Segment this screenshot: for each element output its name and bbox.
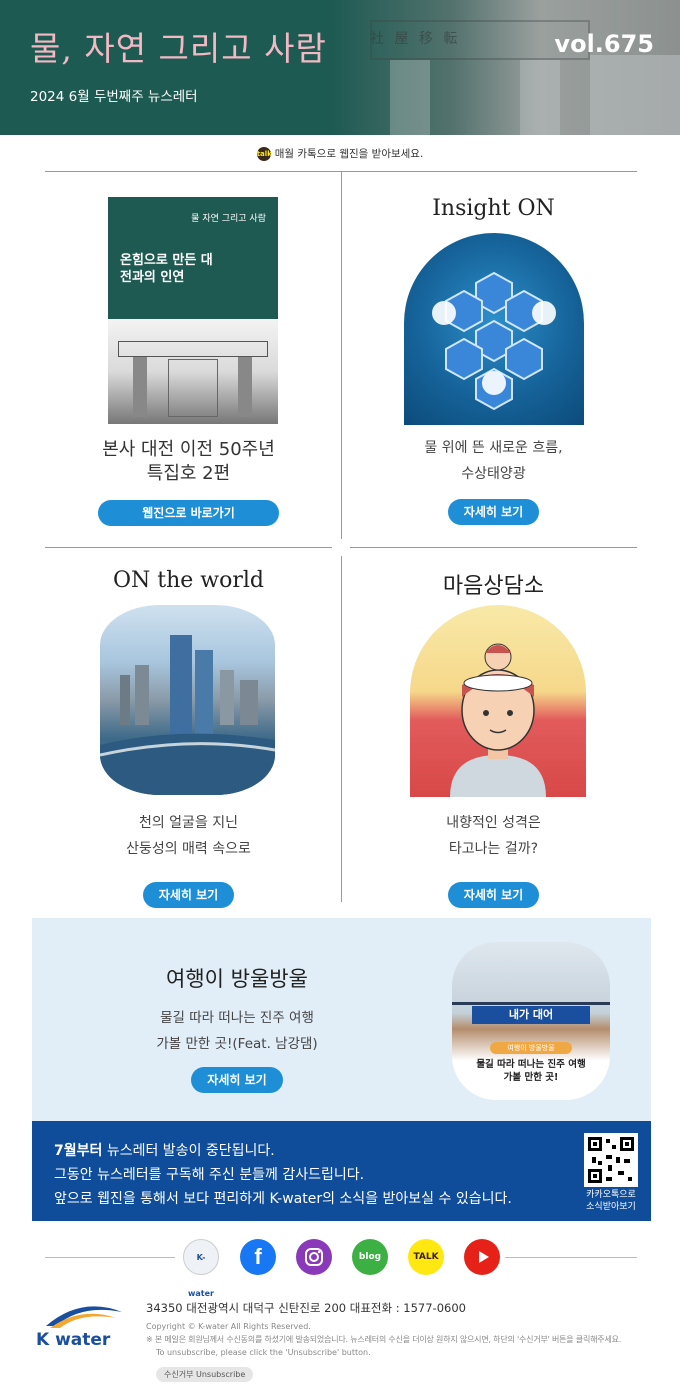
counsel-card: 마음상담소 xyxy=(350,568,637,600)
kakao-qr-code[interactable] xyxy=(584,1133,638,1187)
divider xyxy=(505,1257,637,1258)
kwater-logo: K water xyxy=(36,1300,126,1350)
divider xyxy=(350,547,637,548)
kakao-icon: talk xyxy=(256,147,272,161)
kakao-subscribe-notice[interactable]: talk 매월 카톡으로 웹진을 받아보세요. xyxy=(0,146,680,161)
volume-number: vol.675 xyxy=(554,30,654,58)
divider xyxy=(341,171,342,539)
travel-thumbnail[interactable]: 내가 대어 여행이 방울방울 물길 따라 떠나는 진주 여행 가볼 만한 곳! xyxy=(452,942,610,1100)
counsel-text: 내향적인 성격은 타고나는 걸까? 자세히 보기 xyxy=(350,810,637,908)
world-city-image[interactable] xyxy=(100,605,275,795)
youtube-icon[interactable] xyxy=(464,1239,500,1275)
world-heading: ON the world xyxy=(112,568,264,593)
unsubscribe-button[interactable]: 수신거부 Unsubscribe xyxy=(156,1367,254,1382)
insight-card: Insight ON xyxy=(350,196,637,221)
newsletter-issue-date: 2024 6월 두번째주 뉴스레터 xyxy=(30,89,198,105)
blog-icon[interactable]: blog xyxy=(352,1239,388,1275)
insight-text: 물 위에 뜬 새로운 흐름, 수상태양광 자세히 보기 xyxy=(350,435,637,525)
travel-text: 여행이 방울방울 물길 따라 떠나는 진주 여행 가볼 만한 곳!(Feat. … xyxy=(112,963,362,1093)
webzine-card: 본사 대전 이전 50주년 특집호 2편 웹진으로 바로가기 xyxy=(45,438,332,526)
travel-sign: 내가 대어 xyxy=(472,1006,590,1024)
world-card: ON the world xyxy=(45,568,332,593)
insight-heading: Insight ON xyxy=(432,196,555,221)
insight-solar-image[interactable] xyxy=(404,233,584,425)
header-photo: 社 屋 移 転 xyxy=(330,0,680,135)
travel-section: 여행이 방울방울 물길 따라 떠나는 진주 여행 가볼 만한 곳!(Feat. … xyxy=(32,918,651,1122)
counsel-detail-button[interactable]: 자세히 보기 xyxy=(447,882,540,908)
divider xyxy=(45,547,332,548)
instagram-icon[interactable] xyxy=(296,1239,332,1275)
discontinuation-notice: 7월부터 뉴스레터 발송이 중단됩니다. 그동안 뉴스레터를 구독해 주신 분들… xyxy=(32,1121,651,1221)
kwater-home-icon[interactable]: K-water xyxy=(183,1239,219,1298)
divider xyxy=(341,556,342,902)
counsel-illustration[interactable] xyxy=(410,605,586,797)
newsletter-title: 물, 자연 그리고 사람 xyxy=(30,29,327,68)
divider xyxy=(45,1257,175,1258)
webzine-link-button[interactable]: 웹진으로 바로가기 xyxy=(98,500,279,526)
world-detail-button[interactable]: 자세히 보기 xyxy=(142,882,235,908)
insight-detail-button[interactable]: 자세히 보기 xyxy=(447,499,540,525)
newsletter-header: 社 屋 移 転 물, 자연 그리고 사람 2024 6월 두번째주 뉴스레터 v… xyxy=(0,0,680,135)
facebook-icon[interactable]: f xyxy=(240,1239,276,1275)
travel-detail-button[interactable]: 자세히 보기 xyxy=(191,1067,283,1093)
footer-info: 34350 대전광역시 대덕구 신탄진로 200 대표전화 : 1577-060… xyxy=(146,1300,646,1382)
webzine-title: 본사 대전 이전 50주년 특집호 2편 xyxy=(102,439,275,484)
kakaotalk-icon[interactable]: TALK xyxy=(408,1239,444,1275)
counsel-heading: 마음상담소 xyxy=(442,574,545,599)
webzine-cover-image[interactable]: 물 자연 그리고 사람 온힘으로 만든 대전과의 인연 xyxy=(108,197,278,424)
travel-heading: 여행이 방울방울 xyxy=(166,967,308,991)
world-text: 천의 얼굴을 지닌 산둥성의 매력 속으로 자세히 보기 xyxy=(45,810,332,908)
